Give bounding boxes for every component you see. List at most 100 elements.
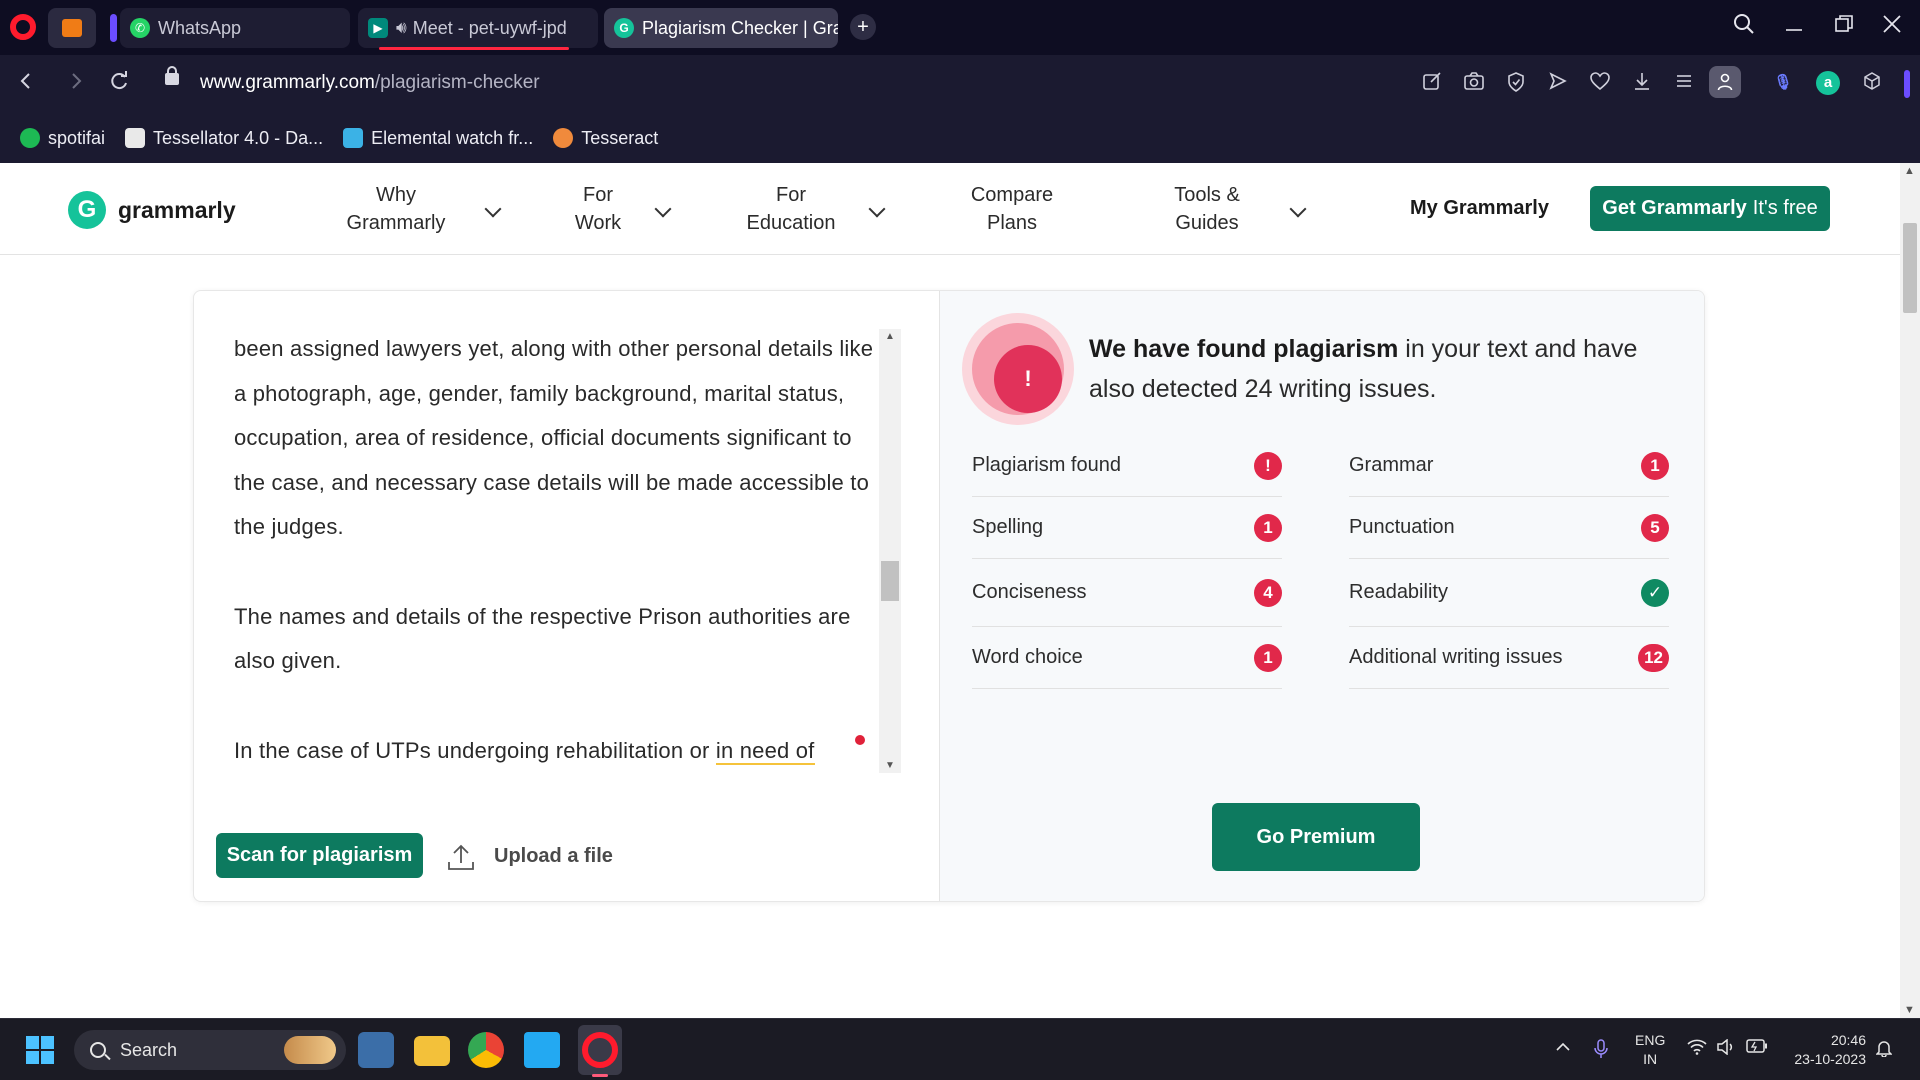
chrome-icon[interactable]	[468, 1032, 504, 1068]
easy-setup-icon[interactable]	[1672, 71, 1696, 95]
minimize-icon[interactable]	[1784, 12, 1804, 42]
system-clock[interactable]: 20:46 23-10-2023	[1786, 1031, 1866, 1069]
reload-icon[interactable]	[108, 70, 130, 98]
tab-title: WhatsApp	[158, 17, 242, 38]
back-icon[interactable]	[18, 70, 34, 98]
highlighted-issue[interactable]: in need of	[715, 737, 815, 765]
microphone-extension-icon[interactable]: 🎙︎	[1771, 71, 1795, 95]
forward-icon[interactable]	[68, 70, 84, 98]
page-scrollbar-thumb[interactable]	[1903, 223, 1917, 313]
issue-row-grammar[interactable]: Grammar 1	[1349, 435, 1669, 497]
upload-file-button[interactable]: Upload a file	[446, 834, 613, 879]
editor-scrollbar-thumb[interactable]	[881, 561, 899, 601]
bookmark-label: Elemental watch fr...	[371, 127, 534, 148]
file-explorer-icon[interactable]	[414, 1036, 450, 1066]
plagiarism-checker-card: been assigned lawyers yet, along with ot…	[193, 290, 1705, 902]
scroll-up-arrow-icon[interactable]: ▲	[885, 331, 895, 342]
nav-why-grammarly[interactable]: Why Grammarly	[340, 181, 452, 237]
plagiarism-alert-icon: !	[962, 313, 1074, 425]
issue-row-spelling[interactable]: Spelling 1	[972, 497, 1282, 559]
elemental-icon	[343, 128, 364, 148]
opera-icon[interactable]	[582, 1032, 618, 1068]
bookmark-spotifai[interactable]: spotifai	[20, 128, 105, 149]
windows-start-icon[interactable]	[26, 1036, 54, 1064]
new-tab-button[interactable]: +	[850, 14, 876, 40]
heart-icon[interactable]	[1588, 71, 1612, 95]
taskbar-search[interactable]: Search	[74, 1030, 346, 1070]
page-viewport: G grammarly Why Grammarly For Work For E…	[0, 163, 1900, 1018]
nav-label-line: Why	[376, 184, 416, 206]
tab-meet[interactable]: ▶ 🔊︎ Meet - pet-uywf-jpd	[358, 8, 598, 48]
bookmark-tesseract[interactable]: Tesseract	[553, 128, 658, 149]
chevron-down-icon[interactable]	[868, 200, 886, 218]
windows-taskbar: Search ENG IN 20:46 23-10-2023	[0, 1018, 1920, 1080]
issue-row-readability[interactable]: Readability ✓	[1349, 559, 1669, 627]
scroll-down-arrow-icon[interactable]: ▼	[1904, 1004, 1915, 1016]
lock-icon[interactable]	[165, 66, 179, 85]
editor-scrollbar[interactable]: ▲ ▼	[879, 329, 901, 773]
search-icon	[90, 1042, 106, 1058]
extensions-cube-icon[interactable]	[1860, 71, 1884, 95]
restore-icon[interactable]	[1834, 14, 1854, 40]
nav-label-line: Guides	[1175, 212, 1239, 234]
issue-row-punctuation[interactable]: Punctuation 5	[1349, 497, 1669, 559]
tray-overflow-chevron-icon[interactable]	[1555, 1039, 1571, 1060]
tessellator-icon	[125, 128, 146, 148]
search-tabs-icon[interactable]	[1732, 12, 1756, 42]
issue-row-plagiarism[interactable]: Plagiarism found !	[972, 435, 1282, 497]
nav-label-line: Compare	[970, 184, 1054, 206]
nav-label-line: Tools &	[1174, 184, 1240, 206]
tab-whatsapp[interactable]: ✆ WhatsApp	[120, 8, 350, 48]
get-grammarly-button[interactable]: Get Grammarly It's free	[1590, 186, 1830, 231]
download-icon[interactable]	[1630, 71, 1654, 95]
url-field[interactable]: www.grammarly.com/plagiarism-checker	[200, 72, 540, 94]
issue-count-badge: 5	[1641, 513, 1669, 542]
profile-icon[interactable]	[1709, 66, 1741, 98]
nav-for-education[interactable]: For Education	[740, 181, 842, 237]
my-grammarly-link[interactable]: My Grammarly	[1410, 197, 1549, 220]
page-scrollbar[interactable]: ▲ ▼	[1900, 163, 1920, 1018]
issue-count-badge: 4	[1254, 578, 1282, 607]
calculator-icon[interactable]	[358, 1032, 394, 1068]
scan-for-plagiarism-button[interactable]: Scan for plagiarism	[216, 833, 423, 878]
bookmark-elemental[interactable]: Elemental watch fr...	[343, 128, 533, 149]
scroll-up-arrow-icon[interactable]: ▲	[1904, 165, 1915, 177]
results-pane: ! We have found plagiarism in your text …	[939, 291, 1704, 901]
notification-bell-icon[interactable]	[1875, 1039, 1893, 1062]
grammarly-logo[interactable]: G grammarly	[68, 191, 236, 229]
grammarly-extension-icon[interactable]: a	[1816, 71, 1840, 95]
issue-marker-dot[interactable]	[855, 735, 865, 745]
wifi-icon[interactable]	[1687, 1039, 1707, 1060]
language-indicator[interactable]: ENG IN	[1635, 1031, 1665, 1069]
nav-tools-guides[interactable]: Tools & Guides	[1166, 181, 1248, 237]
microphone-icon[interactable]	[1594, 1039, 1608, 1064]
battery-icon[interactable]	[1746, 1039, 1768, 1058]
nav-for-work[interactable]: For Work	[570, 181, 626, 237]
pinned-tab[interactable]	[48, 8, 96, 48]
nav-compare-plans[interactable]: Compare Plans	[962, 181, 1062, 237]
issue-count-badge: 1	[1641, 451, 1669, 480]
camera-icon[interactable]	[1462, 71, 1486, 95]
opera-menu-icon[interactable]	[10, 14, 36, 40]
text-paragraph-partial: In the case of UTPs undergoing rehabilit…	[234, 729, 874, 774]
chevron-down-icon[interactable]	[654, 200, 672, 218]
issue-row-conciseness[interactable]: Conciseness 4	[972, 559, 1282, 627]
snapshot-edit-icon[interactable]	[1420, 71, 1444, 95]
vscode-icon[interactable]	[524, 1032, 560, 1068]
tab-grammarly[interactable]: G Plagiarism Checker | Gra	[604, 8, 838, 48]
close-icon[interactable]	[1882, 14, 1902, 40]
chevron-down-icon[interactable]	[484, 200, 502, 218]
speaker-icon[interactable]: 🔊︎	[396, 18, 407, 38]
text-editor[interactable]: been assigned lawyers yet, along with ot…	[234, 327, 874, 777]
go-premium-button[interactable]: Go Premium	[1212, 803, 1420, 871]
send-icon[interactable]	[1546, 71, 1570, 95]
issue-row-additional[interactable]: Additional writing issues 12	[1349, 627, 1669, 689]
pinned-app-icon	[62, 19, 82, 37]
bookmark-tessellator[interactable]: Tessellator 4.0 - Da...	[125, 128, 323, 149]
scroll-down-arrow-icon[interactable]: ▼	[885, 760, 895, 771]
tab-title: Meet - pet-uywf-jpd	[412, 17, 567, 38]
shield-icon[interactable]	[1504, 71, 1528, 95]
chevron-down-icon[interactable]	[1289, 200, 1307, 218]
volume-icon[interactable]	[1716, 1038, 1736, 1060]
issue-row-word-choice[interactable]: Word choice 1	[972, 627, 1282, 689]
